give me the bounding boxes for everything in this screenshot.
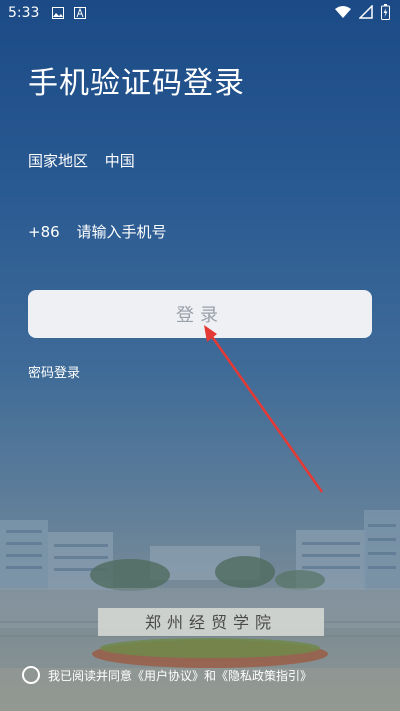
privacy-policy-link[interactable]: 《隐私政策指引》: [216, 667, 312, 684]
password-login-link[interactable]: 密码登录: [28, 362, 80, 381]
gate-inscription: 郑州经贸学院: [145, 613, 277, 632]
status-right: [335, 4, 390, 20]
signal-icon: [359, 5, 373, 19]
battery-icon: [381, 4, 390, 20]
page-title: 手机验证码登录: [28, 66, 245, 101]
agreement-row: 我已阅读并同意 《用户协议》 和 《隐私政策指引》: [22, 666, 312, 684]
country-value: 中国: [104, 152, 135, 170]
status-time: 5:33: [8, 5, 40, 21]
agreement-and: 和: [204, 668, 217, 683]
country-label: 国家地区: [28, 152, 89, 170]
phone-prefix[interactable]: +86: [28, 223, 60, 241]
agreement-text: 我已阅读并同意: [48, 668, 133, 683]
login-button[interactable]: 登录: [28, 290, 372, 338]
wifi-icon: [335, 6, 351, 18]
status-bar: 5:33: [0, 0, 400, 28]
phone-input[interactable]: [74, 222, 319, 242]
user-agreement-link[interactable]: 《用户协议》: [132, 667, 204, 684]
country-selector[interactable]: 国家地区 中国: [28, 150, 135, 171]
phone-row: +86: [28, 222, 319, 242]
agreement-radio[interactable]: [22, 666, 40, 684]
image-icon: [52, 7, 64, 19]
a-notify-icon: [74, 7, 86, 19]
